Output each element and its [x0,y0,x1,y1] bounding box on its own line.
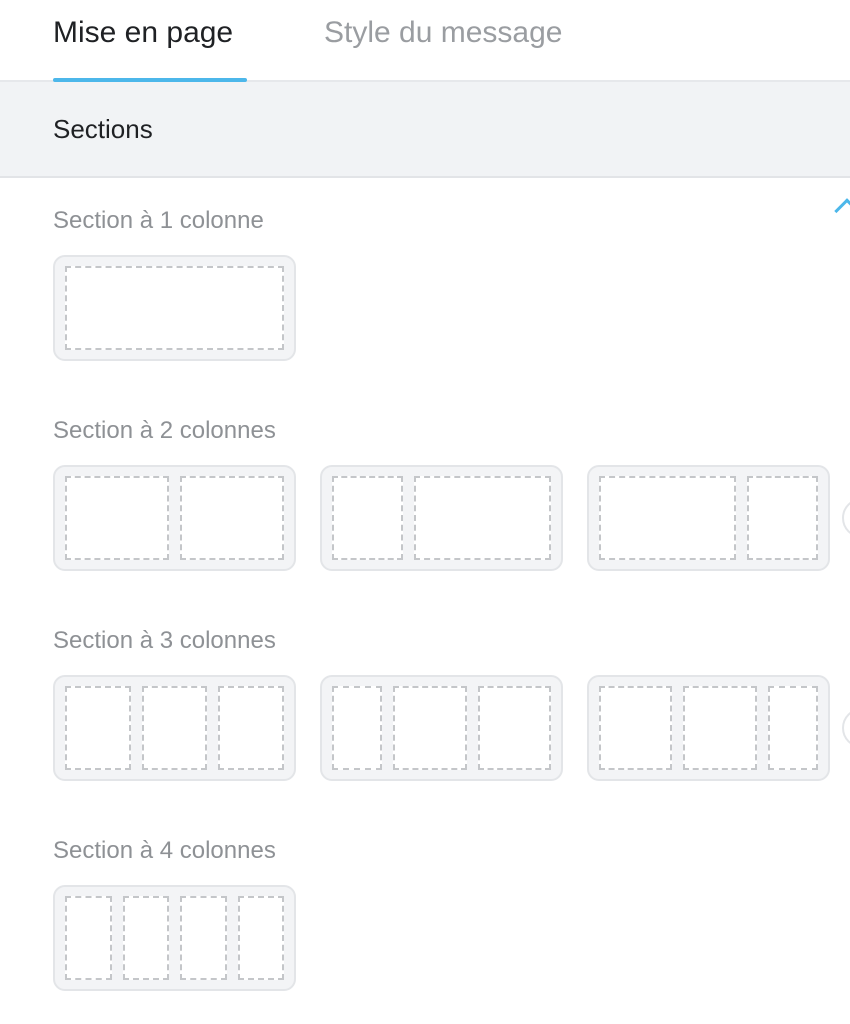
column-placeholder [237,896,284,980]
column-placeholder [180,476,284,560]
section-group-label: Section à 4 colonnes [53,837,276,864]
scroll-right-button[interactable] [842,498,850,538]
column-placeholder [683,686,757,770]
column-placeholder [599,476,737,560]
column-placeholder [180,896,227,980]
section-group-label: Section à 1 colonne [53,207,264,234]
chevron-up-icon[interactable] [834,198,850,224]
section-group-label: Section à 3 colonnes [53,627,276,654]
layout-tile-2-3-3[interactable] [320,675,563,781]
tab-bar: Mise en page Style du message [0,0,850,82]
layout-tile-2-1[interactable] [587,465,830,571]
column-placeholder [767,686,818,770]
column-placeholder [332,686,383,770]
column-placeholder [599,686,673,770]
column-placeholder [332,476,403,560]
layout-tile-1-1[interactable] [53,465,296,571]
column-placeholder [393,686,467,770]
layout-tile-1[interactable] [53,255,296,361]
sections-panel-header[interactable]: Sections [0,82,850,224]
column-placeholder [477,686,551,770]
layout-tile-1-1-1-1[interactable] [53,885,296,991]
column-placeholder [747,476,818,560]
column-placeholder [65,896,112,980]
column-placeholder [218,686,285,770]
scroll-right-button[interactable] [842,708,850,748]
column-placeholder [413,476,551,560]
tab-style-du-message[interactable]: Style du message [324,16,562,50]
layout-tile-1-1-1[interactable] [53,675,296,781]
section-group-label: Section à 2 colonnes [53,417,276,444]
column-placeholder [141,686,208,770]
layout-tile-3-3-2[interactable] [587,675,830,781]
column-placeholder [65,686,131,770]
tab-mise-en-page[interactable]: Mise en page [53,16,233,50]
column-placeholder [122,896,169,980]
layout-tile-1-2[interactable] [320,465,563,571]
column-placeholder [65,266,284,350]
column-placeholder [65,476,169,560]
sections-title: Sections [53,114,153,144]
